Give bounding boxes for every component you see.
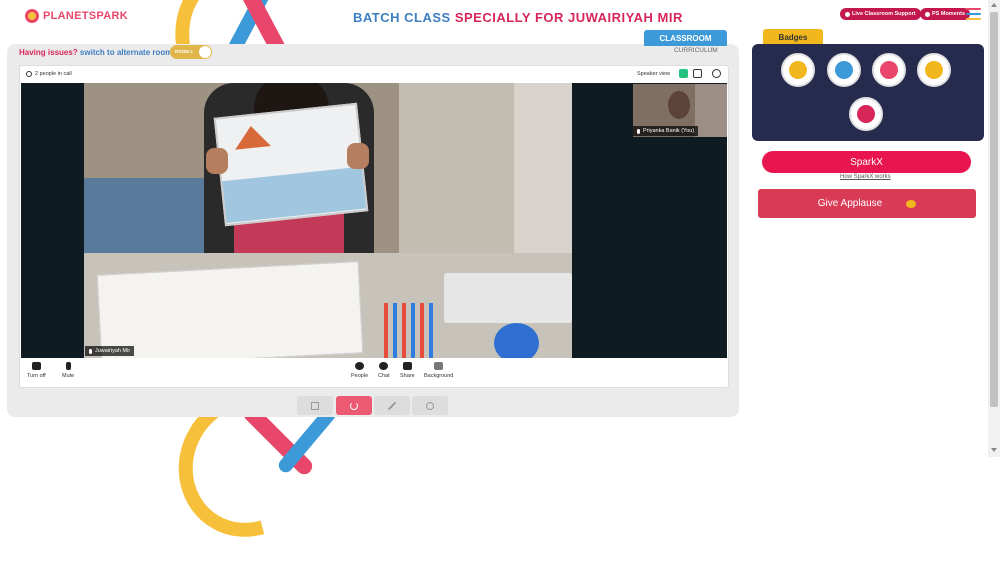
end-call-button[interactable] xyxy=(336,396,372,415)
live-support-button[interactable]: Live Classroom Support xyxy=(840,8,921,20)
background-label: Background xyxy=(424,373,454,379)
sparkx-button[interactable]: SparkX xyxy=(762,151,971,173)
mic-icon xyxy=(89,348,92,354)
power-icon xyxy=(350,401,358,410)
toggle-knob xyxy=(199,46,211,58)
badge-explorer-icon[interactable] xyxy=(849,97,883,131)
switch-room-link[interactable]: switch to alternate room xyxy=(80,48,172,57)
chat-label: Chat xyxy=(378,373,390,379)
people-button[interactable]: People xyxy=(351,362,368,379)
chat-icon xyxy=(379,362,389,370)
palette-icon xyxy=(426,401,434,410)
mic-icon xyxy=(637,128,640,134)
menu-icon[interactable] xyxy=(966,8,981,23)
how-sparkx-works-link[interactable]: How SparkX works xyxy=(840,174,891,180)
sparkx-label: SparkX xyxy=(850,156,883,168)
badge-rocket-icon[interactable] xyxy=(917,53,951,87)
scroll-up-arrow-icon[interactable] xyxy=(991,3,997,7)
planet-icon xyxy=(25,9,39,23)
chat-button[interactable]: Chat xyxy=(378,362,390,379)
share-screen-icon xyxy=(402,362,412,370)
ps-moments-button[interactable]: PS Moments xyxy=(920,8,971,20)
having-issues-label: Having issues? xyxy=(19,48,78,57)
palette-button[interactable] xyxy=(412,396,448,415)
call-toolbar: 2 people in call Speaker view xyxy=(20,66,728,82)
main-video: Juwairiyah Mir Priyanka Banik (You) xyxy=(21,83,727,358)
main-participant-tag: Juwairiyah Mir xyxy=(85,346,135,356)
mute-button[interactable]: Mute xyxy=(62,362,74,379)
held-drawing xyxy=(213,102,369,227)
share-label: Share xyxy=(400,373,415,379)
scroll-thumb[interactable] xyxy=(990,12,998,407)
ps-moments-label: PS Moments xyxy=(932,11,966,17)
logo-text: PLANETSPARK xyxy=(43,10,128,22)
tab-classroom[interactable]: CLASSROOM xyxy=(644,30,727,46)
camera-icon xyxy=(31,362,41,370)
page-title-part1: BATCH CLASS xyxy=(353,10,455,25)
people-label: People xyxy=(351,373,369,379)
moments-icon xyxy=(925,11,930,17)
background-button[interactable]: Background xyxy=(424,362,453,379)
self-video-thumbnail[interactable]: Priyanka Banik (You) xyxy=(633,84,727,137)
people-count-label: 2 people in call xyxy=(35,71,72,77)
speaker-view-icon[interactable] xyxy=(679,69,688,78)
page-title: BATCH CLASS SPECIALLY FOR JUWAIRIYAH MIR xyxy=(353,10,683,25)
scroll-down-arrow-icon[interactable] xyxy=(991,448,997,452)
page-title-part2: SPECIALLY FOR JUWAIRIYAH MIR xyxy=(454,10,683,25)
call-controls: Turn off Mute People Chat Share Backgrou… xyxy=(20,358,728,387)
grid-view-icon[interactable] xyxy=(693,69,702,78)
people-count: 2 people in call xyxy=(26,71,72,77)
badge-trophy-icon[interactable] xyxy=(781,53,815,87)
clap-icon xyxy=(906,199,917,208)
give-applause-label: Give Applause xyxy=(817,198,883,209)
self-participant-tag: Priyanka Banik (You) xyxy=(633,126,699,136)
planetspark-logo[interactable]: PLANETSPARK xyxy=(25,9,128,23)
turn-off-camera-button[interactable]: Turn off xyxy=(27,362,46,379)
room-toggle-label: ROOM 2 xyxy=(175,48,193,54)
gear-icon[interactable] xyxy=(26,71,32,77)
tab-curriculum[interactable]: CURRICULUM xyxy=(674,47,718,54)
people-icon xyxy=(355,362,365,370)
badge-superhero-icon[interactable] xyxy=(827,53,861,87)
support-icon xyxy=(845,11,850,17)
self-participant-name: Priyanka Banik (You) xyxy=(643,128,695,134)
share-button[interactable]: Share xyxy=(400,362,415,379)
fullscreen-icon xyxy=(311,401,319,410)
video-call-container: 2 people in call Speaker view Juwairiyah… xyxy=(19,65,729,388)
badges-tab: Badges xyxy=(763,29,823,45)
speaker-view-label: Speaker view xyxy=(637,71,671,77)
room-issue-text: Having issues? switch to alternate room xyxy=(19,48,172,57)
mute-label: Mute xyxy=(62,373,75,379)
page-scrollbar[interactable] xyxy=(988,0,1000,457)
chat-bubbles-icon[interactable] xyxy=(712,69,721,78)
badge-star-icon[interactable] xyxy=(872,53,906,87)
participant-video-feed xyxy=(84,83,572,358)
turn-off-label: Turn off xyxy=(27,373,46,379)
pencil-icon xyxy=(387,401,397,410)
fullscreen-button[interactable] xyxy=(297,396,333,415)
main-participant-name: Juwairiyah Mir xyxy=(95,348,131,354)
draw-button[interactable] xyxy=(374,396,410,415)
background-icon xyxy=(434,362,444,370)
microphone-icon xyxy=(65,362,71,370)
give-applause-button[interactable]: Give Applause xyxy=(758,189,976,218)
room-toggle[interactable]: ROOM 2 xyxy=(170,45,212,59)
live-support-label: Live Classroom Support xyxy=(852,11,916,17)
